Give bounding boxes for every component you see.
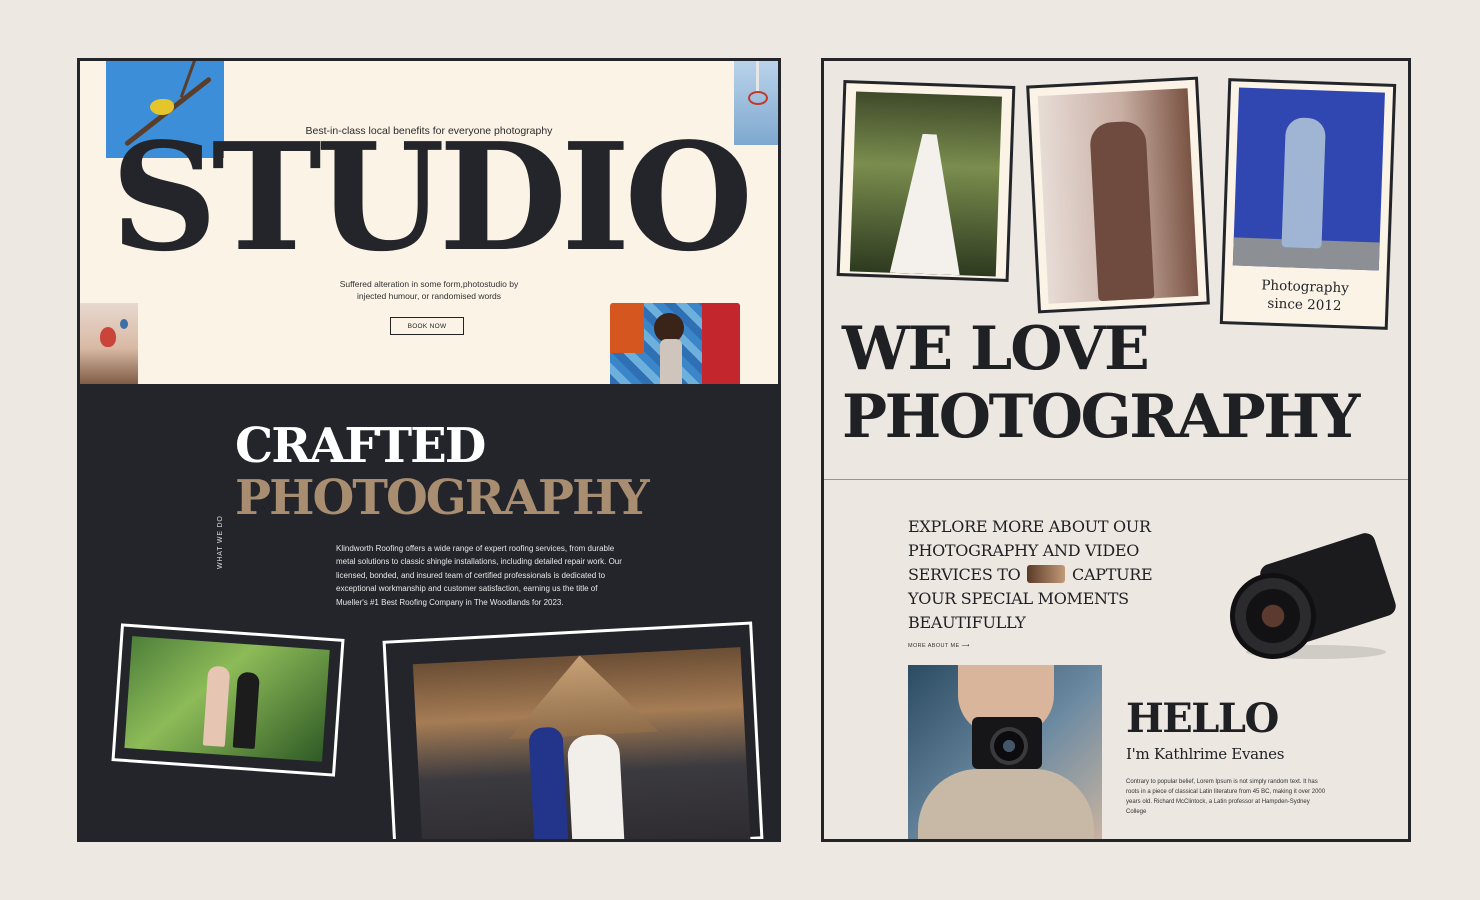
inline-photo-chip — [1027, 565, 1066, 583]
hero-subtitle: Suffered alteration in some form,photost… — [339, 279, 519, 301]
more-about-me-link[interactable]: MORE ABOUT ME ⟶ — [908, 643, 970, 649]
photographer-photo — [908, 665, 1102, 839]
services-paragraph: Klindworth Roofing offers a wide range o… — [336, 544, 622, 607]
mosaic-portrait-photo — [610, 303, 740, 384]
camera-image — [1226, 530, 1399, 667]
photographer-name: I'm Kathlrime Evanes — [1126, 745, 1285, 763]
photography-heading: PHOTOGRAPHY — [235, 470, 650, 526]
hot-air-balloon-photo — [80, 303, 138, 384]
wedding-photo-frame — [382, 621, 764, 839]
garden-group-photo-frame — [111, 623, 345, 777]
child-photo-frame: Photography since 2012 — [1219, 78, 1397, 330]
wedding-photo — [412, 647, 751, 839]
photo-caption: Photography since 2012 — [1261, 277, 1350, 315]
hello-heading: HELLO — [1126, 695, 1279, 742]
hero-title: STUDIO — [110, 110, 754, 284]
book-now-button[interactable]: BOOK NOW — [390, 317, 464, 335]
about-paragraph: Contrary to popular belief, Lorem Ipsum … — [1126, 779, 1326, 815]
bride-photo — [849, 91, 1002, 277]
hero-section: Best-in-class local benefits for everyon… — [80, 61, 778, 384]
crafted-heading: CRAFTED — [235, 418, 486, 474]
headline-we-love: WE LOVE — [842, 314, 1150, 384]
child-photo — [1232, 87, 1385, 271]
garden-group-photo — [124, 636, 330, 762]
woman-portrait-frame — [1026, 76, 1210, 314]
section-divider — [824, 479, 1408, 480]
bride-photo-frame — [836, 80, 1016, 282]
explore-heading: EXPLORE MORE ABOUT OUR PHOTOGRAPHY AND V… — [908, 515, 1178, 635]
what-we-do-label: WHAT WE DO — [217, 515, 224, 569]
headline-photography: PHOTOGRAPHY — [842, 382, 1360, 452]
we-love-photography-panel: Photography since 2012 WE LOVE PHOTOGRAP… — [821, 58, 1411, 842]
woman-portrait-photo — [1037, 88, 1199, 304]
studio-landing-panel: Best-in-class local benefits for everyon… — [77, 58, 781, 842]
